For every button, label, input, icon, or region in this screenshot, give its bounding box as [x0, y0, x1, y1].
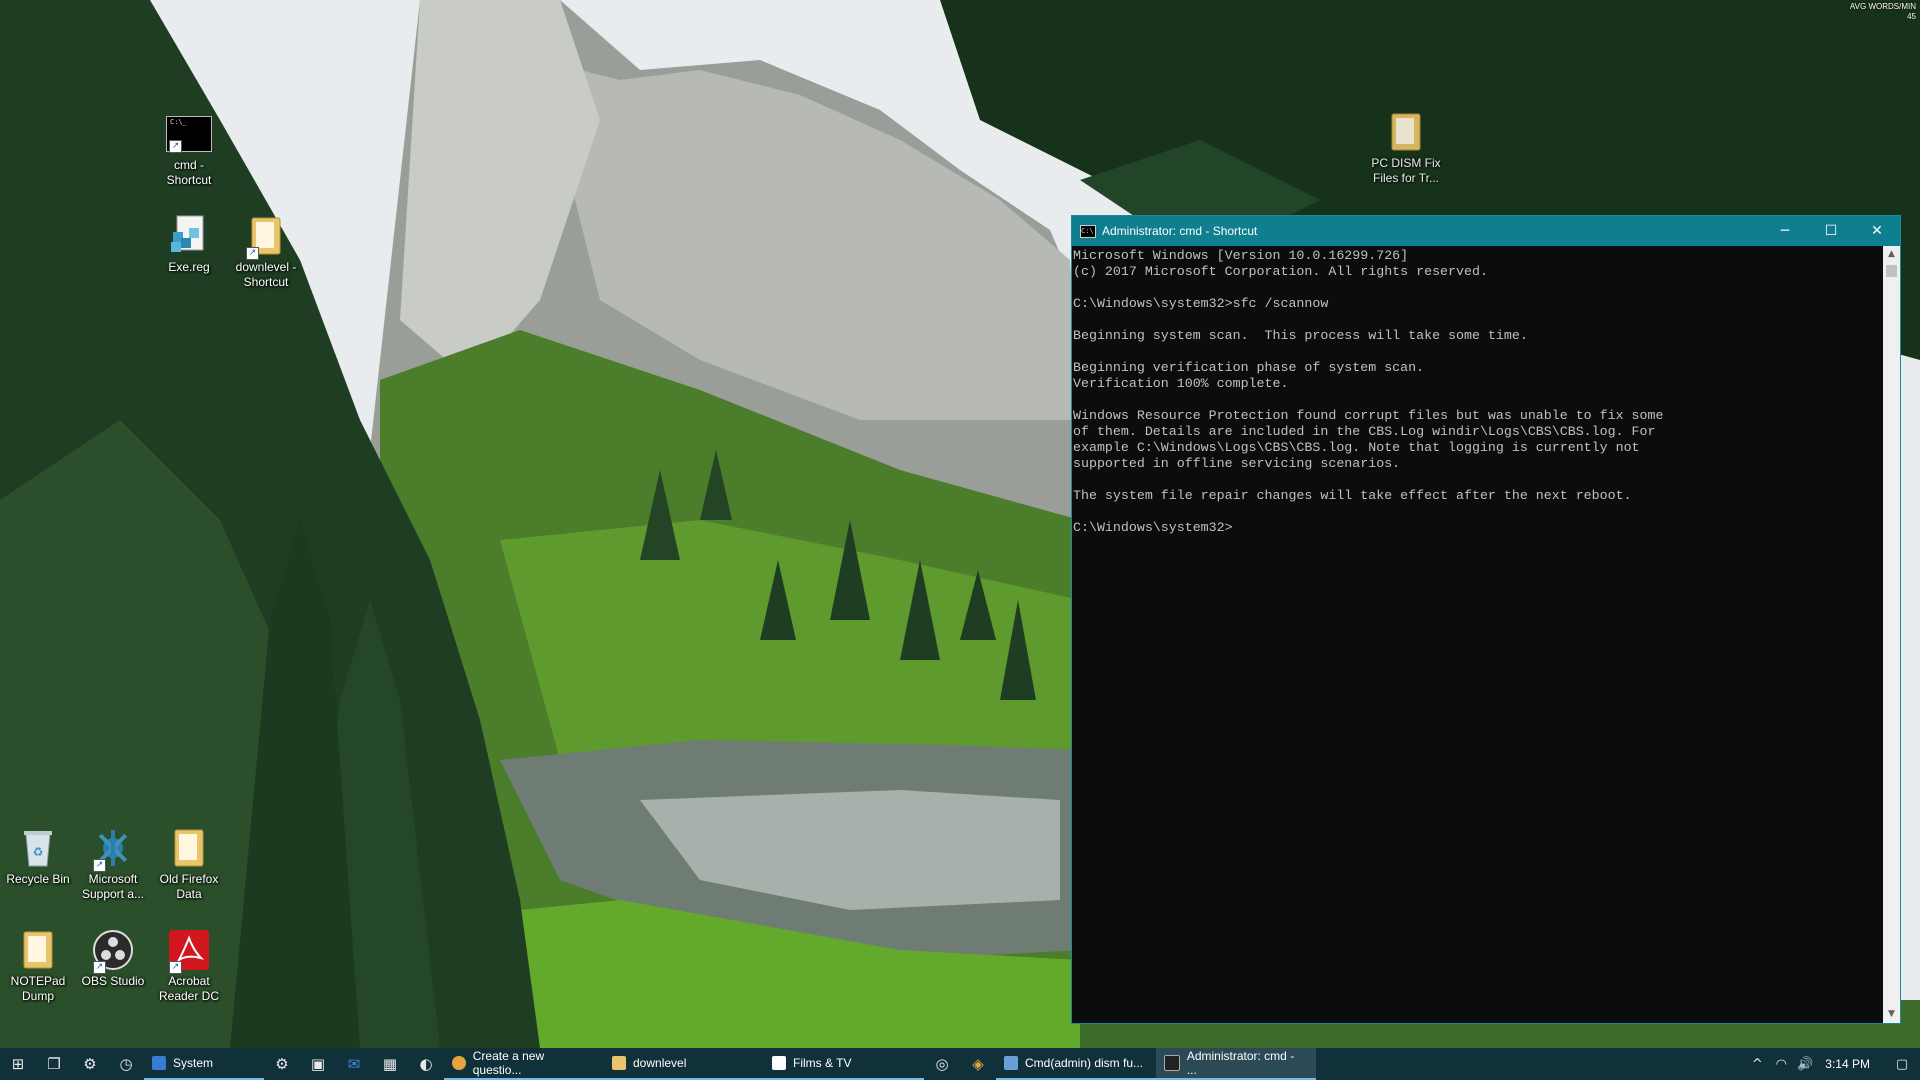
desktop-icon-label: Recycle Bin: [6, 872, 70, 886]
desktop-icon-microsoft-support[interactable]: ↗ Microsoft Support a...: [75, 826, 151, 902]
desktop-icon-cmd-shortcut[interactable]: C:\_ ↗ cmd - Shortcut: [151, 112, 227, 188]
taskbar-app-chrome[interactable]: Create a new questio...: [444, 1048, 604, 1080]
desktop-icon-label: Exe.reg: [168, 260, 210, 274]
network-icon[interactable]: ◠: [1769, 1057, 1793, 1072]
taskbar-app-label: Create a new questio...: [472, 1049, 545, 1077]
close-button[interactable]: ✕: [1854, 216, 1900, 246]
taskbar-app-films-tv[interactable]: Films & TV: [764, 1048, 924, 1080]
taskbar-app-label: Administrator: cmd - ...: [1186, 1049, 1295, 1077]
desktop-icon-label: Acrobat Reader DC: [158, 974, 220, 1003]
folder-icon: [167, 826, 211, 870]
folder-icon: ↗: [244, 214, 288, 260]
desktop-icon-downlevel-shortcut[interactable]: ↗ downlevel - Shortcut: [228, 214, 304, 290]
film-icon: [772, 1056, 786, 1070]
windows-start-icon[interactable]: ⊞: [0, 1048, 36, 1080]
console-area[interactable]: Microsoft Windows [Version 10.0.16299.72…: [1072, 246, 1882, 1023]
cmd-titlebar[interactable]: C:\ Administrator: cmd - Shortcut ─ ☐ ✕: [1072, 216, 1900, 246]
browser-icon: [1004, 1056, 1018, 1070]
folder-icon: [1384, 110, 1428, 154]
shortcut-arrow-icon: ↗: [169, 140, 182, 153]
scroll-up-arrow-icon[interactable]: ▲: [1883, 246, 1900, 263]
desktop-icon-pc-dism-fix-files[interactable]: PC DISM Fix Files for Tr...: [1368, 110, 1444, 186]
folder-icon: [16, 928, 60, 972]
taskbar-app-administrator-cmd[interactable]: Administrator: cmd - ...: [1156, 1048, 1316, 1080]
system-monitor-icon: [152, 1056, 166, 1070]
desktop-icon-label: cmd - Shortcut: [166, 158, 212, 187]
app2-icon[interactable]: ◈: [960, 1048, 996, 1080]
taskbar-app-label: Cmd(admin) dism fu...: [1025, 1056, 1144, 1070]
calculator-icon[interactable]: ▦: [372, 1048, 408, 1080]
desktop-icon-label: OBS Studio: [81, 974, 145, 988]
desktop-icon-label: PC DISM Fix Files for Tr...: [1371, 156, 1441, 185]
scroll-down-arrow-icon[interactable]: ▼: [1883, 1006, 1900, 1023]
desktop-icon-recycle-bin[interactable]: ♻ Recycle Bin: [0, 826, 76, 887]
desktop-icon-label: Old Firefox Data: [159, 872, 219, 901]
desktop-icon-label: Microsoft Support a...: [81, 872, 145, 901]
target-icon[interactable]: ◎: [924, 1048, 960, 1080]
console-output[interactable]: Microsoft Windows [Version 10.0.16299.72…: [1073, 248, 1882, 536]
chrome-icon: [452, 1056, 466, 1070]
acrobat-icon: ↗: [167, 928, 211, 974]
desktop-icon-old-firefox-data[interactable]: Old Firefox Data: [151, 826, 227, 902]
settings-gear-icon[interactable]: ⚙: [72, 1048, 108, 1080]
window-title: Administrator: cmd - Shortcut: [1102, 224, 1258, 238]
cmd-window[interactable]: C:\ Administrator: cmd - Shortcut ─ ☐ ✕ …: [1071, 215, 1901, 1024]
taskbar-app-label: downlevel: [633, 1056, 687, 1070]
desktop-icon-label: NOTEPad Dump: [10, 974, 66, 1003]
chevron-up-icon[interactable]: ^: [1745, 1057, 1769, 1072]
desktop-icon-label: downlevel - Shortcut: [235, 260, 297, 289]
recycle-bin-icon: ♻: [16, 826, 60, 870]
minimize-button[interactable]: ─: [1762, 216, 1808, 246]
system-tray: ^ ◠ 🔊 3:14 PM ▢: [1745, 1048, 1920, 1080]
taskbar-app-system[interactable]: System: [144, 1048, 264, 1080]
taskbar-app-label: Films & TV: [793, 1056, 852, 1070]
taskbar-app-downlevel[interactable]: downlevel: [604, 1048, 764, 1080]
shortcut-arrow-icon: ↗: [169, 961, 182, 974]
taskbar: ⊞ ❐ ⚙ ◷ System ⚙ ▣ ✉ ▦ ◐ Create a new qu…: [0, 1048, 1920, 1080]
console-icon: C:\_ ↗: [166, 116, 212, 153]
desktop-icon-exe-reg[interactable]: Exe.reg: [151, 214, 227, 275]
outlook-icon[interactable]: ✉: [336, 1048, 372, 1080]
console-icon: C:\: [1080, 224, 1096, 238]
notifications-icon[interactable]: ▢: [1884, 1057, 1920, 1072]
volume-icon[interactable]: 🔊: [1793, 1057, 1817, 1072]
scrollbar-thumb[interactable]: [1886, 265, 1897, 277]
settings-icon[interactable]: ⚙: [264, 1048, 300, 1080]
clock-time[interactable]: 3:14 PM: [1817, 1057, 1884, 1071]
shortcut-arrow-icon: ↗: [246, 247, 259, 260]
shortcut-arrow-icon: ↗: [93, 859, 106, 872]
taskbar-app-label: System: [173, 1056, 214, 1070]
corner-overlay-text: AVG WORDS/MIN 45: [1849, 2, 1916, 21]
svg-text:♻: ♻: [33, 845, 44, 859]
desktop-icon-acrobat-reader[interactable]: ↗ Acrobat Reader DC: [151, 928, 227, 1004]
support-tool-icon: ↗: [91, 826, 135, 872]
task-view-icon[interactable]: ❐: [36, 1048, 72, 1080]
app-icon[interactable]: ◐: [408, 1048, 444, 1080]
desktop-icon-notepad-dump[interactable]: NOTEPad Dump: [0, 928, 76, 1004]
desktop-icon-obs-studio[interactable]: ↗ OBS Studio: [75, 928, 151, 989]
maximize-button[interactable]: ☐: [1808, 216, 1854, 246]
obs-studio-icon: ↗: [91, 928, 135, 974]
clock-app-icon[interactable]: ◷: [108, 1048, 144, 1080]
vertical-scrollbar[interactable]: ▲ ▼: [1883, 246, 1900, 1023]
taskbar-app-cmd-dism[interactable]: Cmd(admin) dism fu...: [996, 1048, 1156, 1080]
shortcut-arrow-icon: ↗: [93, 961, 106, 974]
console-icon: [1164, 1055, 1180, 1071]
registry-file-icon: [167, 214, 211, 258]
monitor-icon[interactable]: ▣: [300, 1048, 336, 1080]
folder-icon: [612, 1056, 626, 1070]
